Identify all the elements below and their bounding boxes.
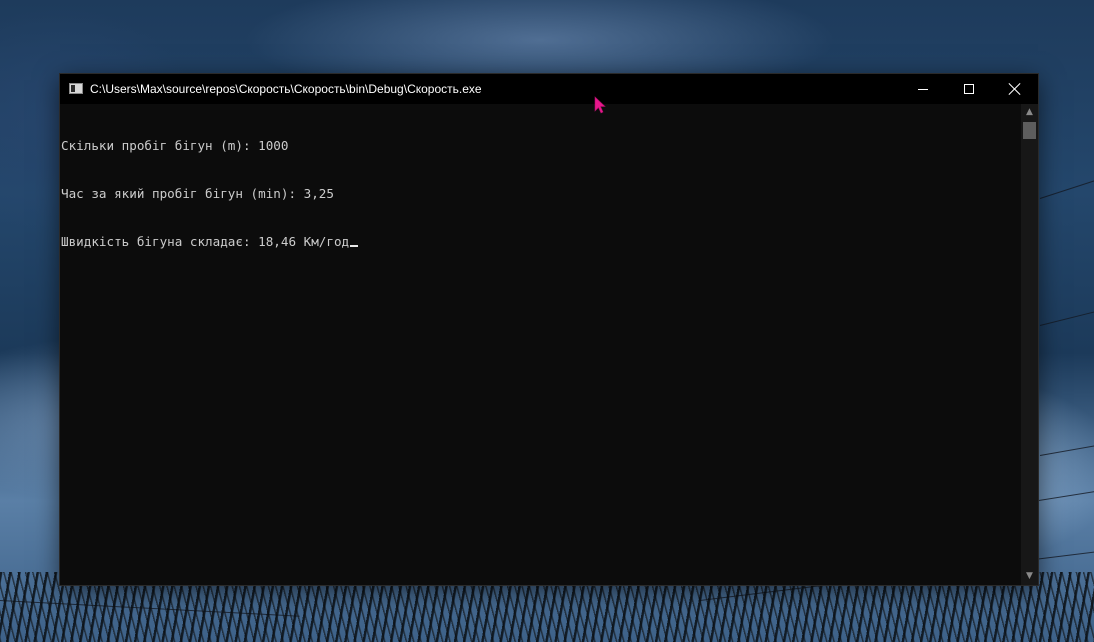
console-app-icon[interactable] xyxy=(69,83,83,94)
close-button[interactable] xyxy=(992,74,1038,104)
maximize-icon xyxy=(964,84,974,94)
power-line xyxy=(1039,442,1094,456)
console-line-speed: Швидкість бігуна складає: 18,46 Км/год xyxy=(61,234,1021,250)
title-bar[interactable]: C:\Users\Max\source\repos\Скорость\Скоро… xyxy=(60,74,1038,104)
close-icon xyxy=(1009,83,1021,95)
power-line xyxy=(1039,308,1094,326)
window-title: C:\Users\Max\source\repos\Скорость\Скоро… xyxy=(90,82,482,96)
minimize-button[interactable] xyxy=(900,74,946,104)
console-line-distance: Скільки пробіг бігун (m): 1000 xyxy=(61,138,289,153)
console-line-speed-text: Швидкість бігуна складає: 18,46 Км/год xyxy=(61,234,350,249)
console-window[interactable]: C:\Users\Max\source\repos\Скорость\Скоро… xyxy=(60,74,1038,585)
console-line-time: Час за який пробіг бігун (min): 3,25 xyxy=(61,186,334,201)
console-output[interactable]: Скільки пробіг бігун (m): 1000 Час за як… xyxy=(60,104,1021,585)
scroll-thumb[interactable] xyxy=(1023,122,1036,139)
vertical-scrollbar[interactable]: ▲ ▼ xyxy=(1021,104,1038,585)
power-line xyxy=(1039,176,1094,199)
maximize-button[interactable] xyxy=(946,74,992,104)
text-cursor xyxy=(350,245,359,247)
scroll-up-button[interactable]: ▲ xyxy=(1021,104,1038,121)
scroll-down-button[interactable]: ▼ xyxy=(1021,568,1038,585)
mouse-pointer-icon xyxy=(594,96,606,114)
minimize-icon xyxy=(918,89,928,90)
